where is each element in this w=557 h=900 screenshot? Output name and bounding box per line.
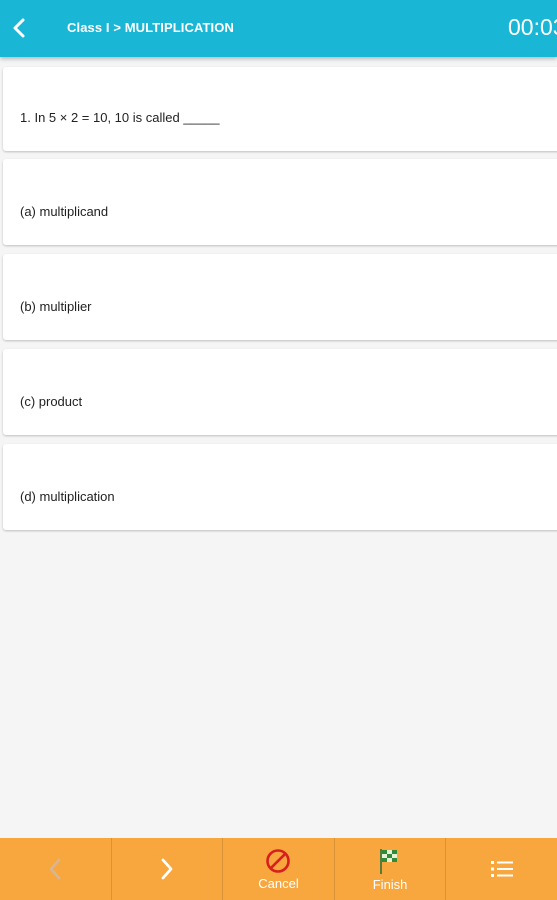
- finish-label: Finish: [372, 876, 408, 892]
- option-d[interactable]: (d) multiplication: [3, 444, 557, 530]
- list-icon: [490, 861, 513, 877]
- prohibited-icon: [266, 848, 291, 873]
- finish-button[interactable]: Finish: [335, 838, 447, 900]
- checkered-flag-icon: [380, 848, 398, 874]
- chevron-left-icon: [49, 858, 61, 880]
- option-label: (b) multiplier: [20, 299, 92, 314]
- question-card: 1. In 5 × 2 = 10, 10 is called _____: [3, 67, 557, 151]
- page-title: Class I > MULTIPLICATION: [67, 20, 234, 35]
- option-a[interactable]: (a) multiplicand: [3, 159, 557, 245]
- question-list-button[interactable]: [446, 838, 557, 900]
- chevron-right-icon: [161, 858, 173, 880]
- back-button[interactable]: [6, 14, 34, 42]
- option-c[interactable]: (c) product: [3, 349, 557, 435]
- bottom-toolbar: Cancel Finish: [0, 838, 557, 900]
- option-b[interactable]: (b) multiplier: [3, 254, 557, 340]
- app-header: Class I > MULTIPLICATION 00:03: [0, 0, 557, 57]
- question-text: 1. In 5 × 2 = 10, 10 is called _____: [20, 110, 220, 125]
- option-label: (a) multiplicand: [20, 204, 109, 219]
- quiz-timer: 00:03: [508, 14, 557, 40]
- cancel-button[interactable]: Cancel: [223, 838, 335, 900]
- previous-button[interactable]: [0, 838, 112, 900]
- next-button[interactable]: [112, 838, 224, 900]
- option-label: (c) product: [20, 394, 83, 409]
- option-label: (d) multiplication: [20, 489, 115, 504]
- chevron-left-icon: [13, 18, 25, 38]
- cancel-label: Cancel: [258, 875, 299, 891]
